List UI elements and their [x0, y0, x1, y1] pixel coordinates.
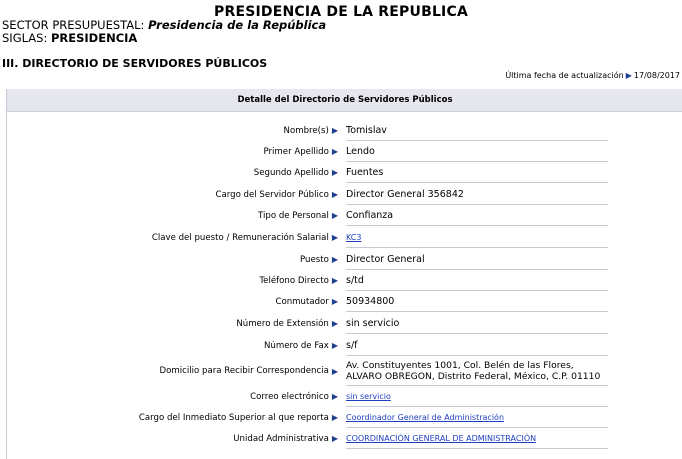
- unidad-link[interactable]: COORDINACIÓN GENERAL DE ADMINISTRACIÓN: [346, 434, 536, 443]
- update-info: Última fecha de actualización ▶ 17/08/2017: [505, 71, 680, 80]
- field-label: Cargo del Servidor Público ▶: [215, 184, 340, 205]
- arrow-right-icon: ▶: [331, 211, 338, 220]
- detail-panel: Detalle del Directorio de Servidores Púb…: [6, 89, 682, 459]
- field-label: Nombre(s) ▶: [284, 120, 340, 141]
- field-value: Lendo: [346, 141, 608, 162]
- field-value: s/f: [346, 335, 608, 356]
- arrow-right-icon: ▶: [331, 168, 338, 177]
- field-label: Correo electrónico ▶: [250, 386, 340, 407]
- field-label: Conmutador ▶: [275, 291, 340, 312]
- field-label-text: Clave del puesto / Remuneración Salarial: [151, 232, 329, 243]
- field-row-correo: Correo electrónico ▶ sin servicio: [7, 386, 682, 407]
- field-row-fax: Número de Fax ▶ s/f: [7, 335, 682, 356]
- arrow-right-icon: ▶: [331, 233, 338, 242]
- update-value: 17/08/2017: [633, 71, 680, 80]
- field-label-text: Cargo del Servidor Público: [215, 189, 329, 200]
- field-label: Número de Fax ▶: [264, 335, 340, 356]
- field-row-segundo-apellido: Segundo Apellido ▶ Fuentes: [7, 162, 682, 183]
- field-row-conmutador: Conmutador ▶ 50934800: [7, 291, 682, 312]
- siglas-label: SIGLAS:: [2, 31, 48, 45]
- field-row-primer-apellido: Primer Apellido ▶ Lendo: [7, 141, 682, 162]
- field-row-telefono: Teléfono Directo ▶ s/td: [7, 270, 682, 291]
- field-label-text: Puesto: [299, 254, 329, 265]
- arrow-right-icon: ▶: [331, 147, 338, 156]
- field-value: Av. Constituyentes 1001, Col. Belén de l…: [346, 356, 608, 386]
- field-label-text: Unidad Administrativa: [233, 433, 329, 444]
- field-label: Cargo del Inmediato Superior al que repo…: [139, 407, 340, 428]
- field-label: Puesto ▶: [300, 249, 340, 270]
- siglas-line: SIGLAS: PRESIDENCIA: [2, 31, 137, 45]
- field-row-superior: Cargo del Inmediato Superior al que repo…: [7, 407, 682, 428]
- arrow-right-icon: ▶: [331, 392, 338, 401]
- superior-link[interactable]: Coordinador General de Administración: [346, 413, 504, 422]
- field-label-text: Domicilio para Recibir Correspondencia: [159, 366, 329, 376]
- field-label: Segundo Apellido ▶: [254, 162, 340, 183]
- field-value: s/td: [346, 270, 608, 291]
- field-label: Número de Extensión ▶: [236, 313, 340, 334]
- field-value: Director General: [346, 249, 608, 270]
- field-row-domicilio: Domicilio para Recibir Correspondencia ▶ …: [7, 356, 682, 386]
- arrow-right-icon: ▶: [331, 126, 338, 135]
- arrow-right-icon: ▶: [331, 413, 338, 422]
- field-label: Clave del puesto / Remuneración Salarial…: [152, 227, 340, 248]
- field-label-text: Número de Fax: [263, 340, 329, 351]
- correo-link[interactable]: sin servicio: [346, 392, 391, 401]
- field-label-text: Conmutador: [275, 296, 329, 307]
- arrow-right-icon: ▶: [331, 434, 338, 443]
- field-label: Unidad Administrativa ▶: [233, 428, 340, 449]
- field-value: Director General 356842: [346, 184, 608, 205]
- arrow-right-icon: ▶: [331, 297, 338, 306]
- clave-puesto-link[interactable]: KC3: [346, 233, 361, 242]
- field-label-text: Nombre(s): [283, 125, 329, 136]
- update-label: Última fecha de actualización: [505, 71, 624, 80]
- sector-value: Presidencia de la República: [148, 18, 327, 32]
- field-label-text: Teléfono Directo: [259, 275, 329, 286]
- sector-label: SECTOR PRESUPUESTAL:: [2, 18, 145, 32]
- arrow-right-icon: ▶: [625, 71, 632, 80]
- arrow-right-icon: ▶: [331, 276, 338, 285]
- field-row-tipo-personal: Tipo de Personal ▶ Confianza: [7, 205, 682, 226]
- field-value: Fuentes: [346, 162, 608, 183]
- field-label-text: Número de Extensión: [236, 318, 329, 329]
- sector-line: SECTOR PRESUPUESTAL: Presidencia de la R…: [2, 18, 326, 32]
- field-label-text: Correo electrónico: [250, 391, 329, 402]
- field-value: Tomislav: [346, 120, 608, 141]
- field-row-nombre: Nombre(s) ▶ Tomislav: [7, 120, 682, 141]
- field-label-text: Tipo de Personal: [258, 210, 329, 221]
- arrow-right-icon: ▶: [331, 190, 338, 199]
- field-label-text: Cargo del Inmediato Superior al que repo…: [138, 412, 329, 423]
- field-value: KC3: [346, 227, 608, 248]
- arrow-right-icon: ▶: [331, 341, 338, 350]
- field-value: sin servicio: [346, 386, 608, 407]
- field-value: sin servicio: [346, 313, 608, 334]
- field-row-puesto: Puesto ▶ Director General: [7, 249, 682, 270]
- field-row-extension: Número de Extensión ▶ sin servicio: [7, 313, 682, 334]
- arrow-right-icon: ▶: [331, 366, 338, 376]
- field-label: Domicilio para Recibir Correspondencia ▶: [160, 356, 341, 386]
- field-label-text: Segundo Apellido: [253, 167, 329, 178]
- field-row-cargo: Cargo del Servidor Público ▶ Director Gen…: [7, 184, 682, 205]
- arrow-right-icon: ▶: [331, 255, 338, 264]
- panel-header: Detalle del Directorio de Servidores Púb…: [7, 89, 682, 112]
- field-label: Tipo de Personal ▶: [258, 205, 340, 226]
- field-label-text: Primer Apellido: [263, 146, 329, 157]
- section-title: III. DIRECTORIO DE SERVIDORES PÚBLICOS: [2, 57, 268, 70]
- field-label: Primer Apellido ▶: [263, 141, 340, 162]
- field-value: Confianza: [346, 205, 608, 226]
- field-row-clave-puesto: Clave del puesto / Remuneración Salarial…: [7, 227, 682, 248]
- field-row-unidad: Unidad Administrativa ▶ COORDINACIÓN GENE…: [7, 428, 682, 449]
- field-value: Coordinador General de Administración: [346, 407, 608, 428]
- field-value: 50934800: [346, 291, 608, 312]
- field-label: Teléfono Directo ▶: [259, 270, 340, 291]
- siglas-value: PRESIDENCIA: [50, 31, 138, 45]
- field-value: COORDINACIÓN GENERAL DE ADMINISTRACIÓN: [346, 428, 608, 449]
- arrow-right-icon: ▶: [331, 319, 338, 328]
